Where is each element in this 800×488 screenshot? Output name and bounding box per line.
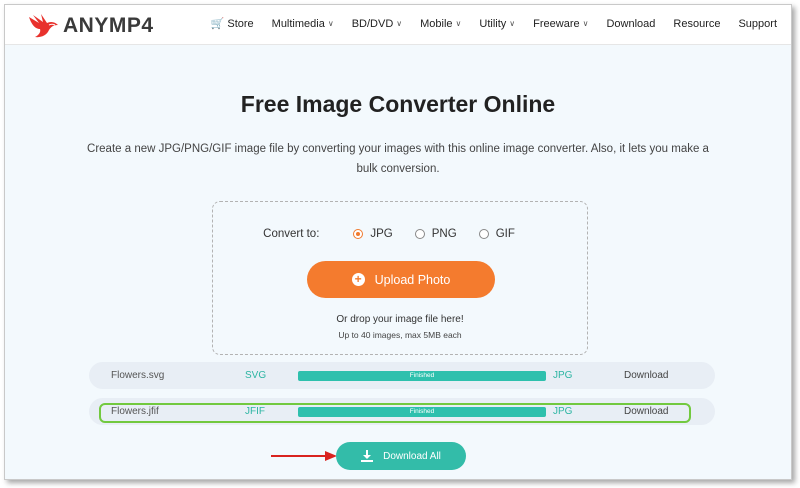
chevron-down-icon: ∨ xyxy=(509,19,516,28)
nav-download-label: Download xyxy=(606,17,656,30)
target-format: JPG xyxy=(553,370,573,381)
nav-download[interactable]: Download xyxy=(606,18,655,30)
chevron-down-icon: ∨ xyxy=(582,19,589,28)
nav-multimedia-label: Multimedia xyxy=(271,17,325,30)
nav-freeware[interactable]: Freeware ∨ xyxy=(533,18,588,30)
chevron-down-icon: ∨ xyxy=(396,19,403,28)
nav-mobile[interactable]: Mobile ∨ xyxy=(420,18,461,30)
format-option-jpg[interactable]: JPG xyxy=(353,228,393,240)
nav-freeware-label: Freeware xyxy=(533,17,580,30)
format-option-png[interactable]: PNG xyxy=(414,228,457,240)
source-format: SVG xyxy=(245,370,267,381)
nav-multimedia[interactable]: Multimedia ∨ xyxy=(272,18,334,30)
site-header: ANYMP4 🛒 Store Multimedia ∨ BD/DVD ∨ Mob… xyxy=(5,5,791,45)
download-all-button[interactable]: Download All xyxy=(336,442,466,470)
nav-store-label: Store xyxy=(227,17,254,30)
page-subtitle: Create a new JPG/PNG/GIF image file by c… xyxy=(87,143,709,175)
chevron-down-icon: ∨ xyxy=(327,19,334,28)
radio-checked-icon[interactable] xyxy=(353,229,364,239)
nav-bd-dvd[interactable]: BD/DVD ∨ xyxy=(352,18,402,30)
red-arrow-annotation xyxy=(271,451,337,461)
drop-hint: Or drop your image file here! xyxy=(336,314,464,325)
cart-icon: 🛒 xyxy=(210,18,225,30)
format-option-gif[interactable]: GIF xyxy=(478,228,515,240)
format-selector: Convert to: JPG PNG GIF xyxy=(213,228,587,240)
main-nav: 🛒 Store Multimedia ∨ BD/DVD ∨ Mobile ∨ U… xyxy=(193,17,777,31)
download-all-label: Download All xyxy=(383,450,441,462)
file-name: Flowers.svg xyxy=(111,370,165,381)
nav-store[interactable]: 🛒 Store xyxy=(210,17,254,31)
convert-to-label: Convert to: xyxy=(263,228,320,240)
phoenix-logo-icon xyxy=(29,14,58,38)
nav-mobile-label: Mobile xyxy=(420,17,453,30)
format-jpg-label: JPG xyxy=(370,228,393,240)
radio-unchecked-icon[interactable] xyxy=(478,229,489,239)
radio-unchecked-icon[interactable] xyxy=(414,229,425,239)
download-link[interactable]: Download xyxy=(624,370,668,381)
nav-utility-label: Utility xyxy=(479,17,507,30)
upload-limit: Up to 40 images, max 5MB each xyxy=(338,330,462,340)
nav-support[interactable]: Support xyxy=(738,18,777,30)
progress-bar: Finished xyxy=(298,371,546,381)
plus-circle-icon: + xyxy=(351,273,365,286)
brand-name: ANYMP4 xyxy=(63,14,154,37)
brand-logo[interactable]: ANYMP4 xyxy=(27,13,154,39)
page-title: Free Image Converter Online xyxy=(240,91,556,117)
download-icon xyxy=(361,450,374,462)
browser-frame: ANYMP4 🛒 Store Multimedia ∨ BD/DVD ∨ Mob… xyxy=(4,4,792,480)
nav-bd-dvd-label: BD/DVD xyxy=(351,17,394,30)
upload-photo-button[interactable]: + Upload Photo xyxy=(307,261,495,298)
highlight-outline xyxy=(99,403,691,423)
chevron-down-icon: ∨ xyxy=(455,19,462,28)
upload-dropzone[interactable]: Convert to: JPG PNG GIF + Upload Photo O… xyxy=(212,201,588,355)
format-png-label: PNG xyxy=(431,228,457,240)
file-row: Flowers.svg SVG Finished JPG Download xyxy=(89,362,715,389)
format-gif-label: GIF xyxy=(495,228,515,240)
nav-support-label: Support xyxy=(738,17,777,30)
nav-resource[interactable]: Resource xyxy=(673,18,720,30)
nav-utility[interactable]: Utility ∨ xyxy=(479,18,515,30)
nav-resource-label: Resource xyxy=(673,17,721,30)
upload-photo-label: Upload Photo xyxy=(374,272,451,287)
